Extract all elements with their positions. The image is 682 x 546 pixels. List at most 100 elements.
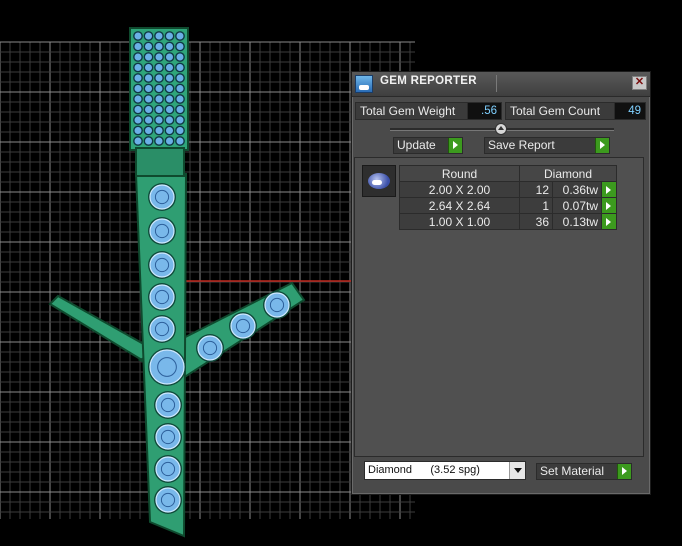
pave-gem <box>175 104 185 115</box>
pave-gem <box>164 73 175 83</box>
round-gem-icon[interactable] <box>362 165 396 197</box>
gem-count: 1 <box>519 197 553 214</box>
update-button-label: Update <box>397 138 436 152</box>
gem-weight: 0.13tw <box>552 213 602 230</box>
pave-gem <box>154 83 164 94</box>
pave-gem <box>164 41 175 52</box>
pave-gem <box>143 52 154 62</box>
pave-gem <box>133 94 143 104</box>
round-gem <box>230 313 256 339</box>
title-divider <box>496 75 637 92</box>
pave-gem <box>143 31 154 41</box>
set-material-button-label: Set Material <box>540 464 605 478</box>
total-gem-weight-value: .56 <box>467 103 501 119</box>
pave-gem <box>143 104 154 115</box>
gem-size: 2.00 X 2.00 <box>399 181 520 198</box>
pave-gem <box>133 31 143 41</box>
gem-reporter-app-icon <box>355 75 373 93</box>
pave-gem <box>154 104 164 115</box>
pave-gem <box>154 115 164 125</box>
pave-gem <box>133 125 143 136</box>
pave-gem <box>143 136 154 146</box>
total-gem-count-value: 49 <box>614 103 645 119</box>
total-gem-weight-field: Total Gem Weight .56 <box>355 102 502 120</box>
pave-gem <box>164 104 175 115</box>
pave-gem <box>164 125 175 136</box>
close-icon[interactable]: ✕ <box>632 76 647 90</box>
pave-gem <box>154 62 164 73</box>
pave-gem <box>154 41 164 52</box>
update-go-icon <box>448 138 462 153</box>
table-row: 1.00 X 1.00 36 0.13tw <box>399 213 617 230</box>
pave-gem <box>164 115 175 125</box>
pave-gem <box>154 136 164 146</box>
pave-gem <box>133 115 143 125</box>
row-select-arrow-icon[interactable] <box>601 181 617 198</box>
set-material-go-icon <box>617 464 631 479</box>
pave-gem <box>175 41 185 52</box>
pave-gem <box>143 115 154 125</box>
pave-gem <box>164 136 175 146</box>
pave-gem <box>175 73 185 83</box>
pave-gem <box>133 73 143 83</box>
gem-set <box>148 183 291 514</box>
material-select[interactable]: Diamond (3.52 spg) <box>364 461 526 480</box>
set-material-button[interactable]: Set Material <box>536 463 632 480</box>
pave-gem <box>154 125 164 136</box>
table-row: 2.00 X 2.00 12 0.36tw <box>399 181 617 198</box>
pave-gem <box>143 62 154 73</box>
total-gem-count-label: Total Gem Count <box>510 104 601 118</box>
save-report-button-label: Save Report <box>488 138 555 152</box>
pave-gem <box>154 73 164 83</box>
pave-gem <box>164 62 175 73</box>
pave-gem <box>133 104 143 115</box>
pave-gem-cluster <box>133 31 185 146</box>
model-neck <box>135 147 185 177</box>
round-gem <box>155 424 181 450</box>
update-button[interactable]: Update <box>393 137 463 154</box>
save-report-go-icon <box>595 138 609 153</box>
pave-gem <box>143 83 154 94</box>
row-select-arrow-icon[interactable] <box>601 197 617 214</box>
pave-gem <box>175 125 185 136</box>
gem-reporter-panel: GEM REPORTER ✕ Total Gem Weight .56 Tota… <box>351 71 651 495</box>
total-gem-count-field: Total Gem Count 49 <box>505 102 646 120</box>
round-gem <box>155 392 181 418</box>
pave-gem <box>164 31 175 41</box>
gem-size: 1.00 X 1.00 <box>399 213 520 230</box>
round-gem <box>155 456 181 482</box>
round-gem <box>149 284 175 310</box>
pave-gem <box>154 31 164 41</box>
panel-title: GEM REPORTER <box>380 75 477 87</box>
pave-gem <box>143 94 154 104</box>
pave-gem <box>164 52 175 62</box>
pave-gem <box>133 83 143 94</box>
pave-gem <box>143 41 154 52</box>
gem-table: Round Diamond 2.00 X 2.00 12 0.36tw 2.64… <box>399 165 617 230</box>
gem-count: 36 <box>519 213 553 230</box>
round-gem <box>149 252 175 278</box>
pave-gem <box>175 94 185 104</box>
row-select-arrow-icon[interactable] <box>601 213 617 230</box>
table-row: 2.64 X 2.64 1 0.07tw <box>399 197 617 214</box>
pave-gem <box>175 31 185 41</box>
gem-size: 2.64 X 2.64 <box>399 197 520 214</box>
gem-list-area: Round Diamond 2.00 X 2.00 12 0.36tw 2.64… <box>354 157 644 457</box>
pave-gem <box>133 62 143 73</box>
pave-gem <box>175 52 185 62</box>
gem-count: 12 <box>519 181 553 198</box>
round-gem <box>264 292 290 318</box>
pave-gem <box>175 83 185 94</box>
pave-gem <box>175 136 185 146</box>
pave-gem <box>133 52 143 62</box>
collapse-arrow-icon[interactable] <box>495 123 507 135</box>
header-material: Diamond <box>519 165 617 182</box>
round-gem <box>149 349 185 385</box>
pave-gem <box>175 62 185 73</box>
save-report-button[interactable]: Save Report <box>484 137 610 154</box>
chevron-down-icon[interactable] <box>509 462 525 479</box>
material-select-value: Diamond (3.52 spg) <box>368 464 480 476</box>
panel-titlebar[interactable]: GEM REPORTER ✕ <box>352 72 650 97</box>
pave-gem <box>143 125 154 136</box>
pave-gem <box>175 115 185 125</box>
